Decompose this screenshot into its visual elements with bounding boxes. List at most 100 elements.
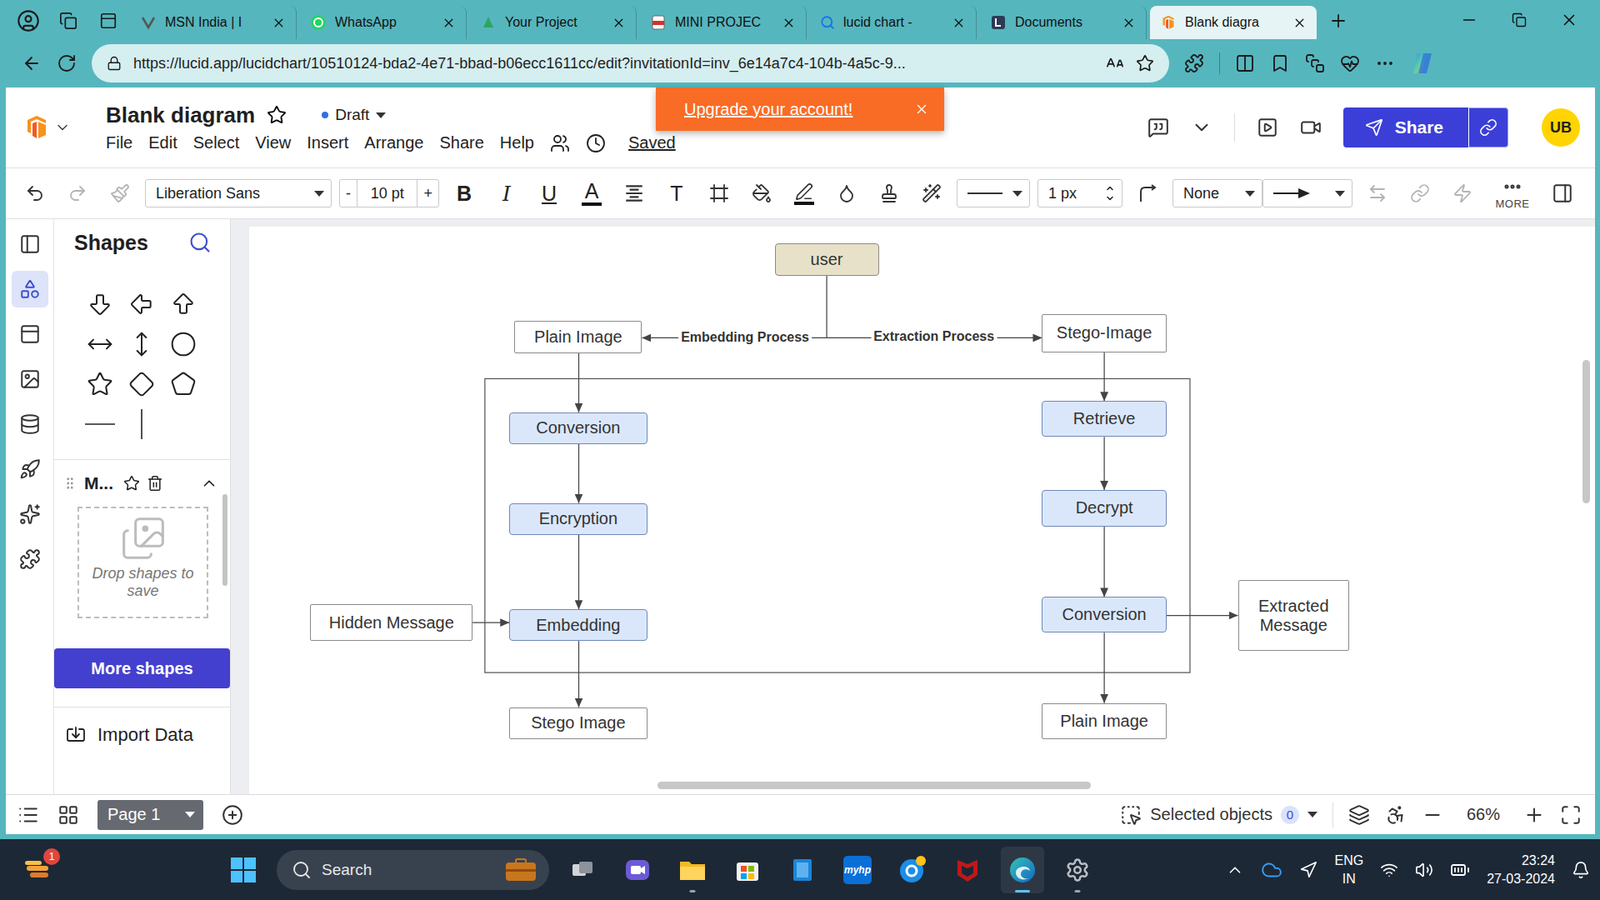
browser-tab[interactable]: WhatsApp xyxy=(300,5,467,40)
notifications-icon[interactable] xyxy=(1571,860,1590,880)
close-window-icon[interactable] xyxy=(1560,10,1579,30)
workspaces-icon[interactable] xyxy=(59,11,78,30)
connector-label[interactable]: Extraction Process xyxy=(870,329,997,345)
tab-actions-icon[interactable] xyxy=(99,11,118,30)
refresh-icon[interactable] xyxy=(56,53,77,74)
swap-ends-button[interactable] xyxy=(1360,175,1395,211)
paint-bucket-icon[interactable] xyxy=(751,183,772,204)
link-icon[interactable] xyxy=(1479,118,1498,137)
lock-icon[interactable] xyxy=(106,55,122,71)
trash-icon[interactable] xyxy=(146,475,164,492)
zoom-level[interactable]: 66% xyxy=(1458,805,1509,825)
connector[interactable] xyxy=(578,444,580,504)
chevron-down-icon[interactable] xyxy=(54,119,71,136)
menu-item[interactable]: Edit xyxy=(148,133,177,153)
integrations-icon[interactable] xyxy=(19,458,41,480)
lightning-icon[interactable] xyxy=(1452,183,1473,204)
collections-icon[interactable] xyxy=(1305,53,1325,74)
menu-item[interactable]: Share xyxy=(439,133,484,153)
container-button[interactable] xyxy=(701,175,737,211)
taskbar-app[interactable] xyxy=(615,846,660,894)
split-screen-icon[interactable] xyxy=(1235,53,1255,74)
undo-icon[interactable] xyxy=(25,183,45,204)
image-icon[interactable] xyxy=(19,368,41,390)
menu-item[interactable]: Insert xyxy=(306,133,349,153)
shape-item[interactable] xyxy=(162,324,205,365)
menu-item[interactable]: Help xyxy=(500,133,535,153)
bold-button[interactable]: B xyxy=(446,175,482,211)
url-text[interactable]: https://lucid.app/lucidchart/10510124-bd… xyxy=(133,55,1095,73)
menu-item[interactable]: View xyxy=(255,133,291,153)
star-icon[interactable] xyxy=(123,475,140,492)
accessibility-icon[interactable] xyxy=(1385,804,1407,826)
panel-scrollbar[interactable] xyxy=(222,494,228,586)
diagram-node[interactable]: Stego Image xyxy=(509,707,647,740)
start-button[interactable] xyxy=(221,846,265,894)
diagram-node[interactable]: Conversion xyxy=(1041,596,1166,633)
wand-icon[interactable] xyxy=(921,183,942,204)
read-aloud-icon[interactable] xyxy=(1105,54,1125,73)
profile-icon[interactable] xyxy=(16,9,40,33)
lucid-logo-icon[interactable] xyxy=(22,113,51,142)
shapes-icon[interactable] xyxy=(19,278,41,300)
line-color-button[interactable] xyxy=(786,175,822,211)
browser-tab[interactable]: MSN India | I xyxy=(130,5,297,40)
rail-button[interactable] xyxy=(11,270,49,308)
close-icon[interactable] xyxy=(1121,15,1136,30)
close-icon[interactable] xyxy=(611,15,626,30)
collapse-icon[interactable] xyxy=(200,474,219,493)
diagram-node[interactable]: Encryption xyxy=(509,503,647,535)
undo-button[interactable] xyxy=(17,175,53,211)
clock[interactable]: 23:2427-03-2024 xyxy=(1486,851,1555,888)
copilot-icon[interactable] xyxy=(1410,50,1435,76)
search-icon[interactable] xyxy=(291,860,312,880)
diagram-node[interactable]: Conversion xyxy=(509,412,647,445)
taskbar-app[interactable]: myhp xyxy=(835,846,880,894)
browser-tab[interactable]: Documents xyxy=(980,5,1147,40)
down-icon[interactable] xyxy=(1105,193,1115,204)
taskbar-app[interactable] xyxy=(725,846,770,894)
plugins-icon[interactable] xyxy=(19,548,41,570)
more-icon[interactable] xyxy=(1502,176,1523,197)
diagram-node[interactable]: Extracted Message xyxy=(1238,580,1350,652)
collaborators-icon[interactable] xyxy=(550,133,570,154)
drop-zone[interactable]: Drop shapes to save xyxy=(77,506,209,619)
minimize-icon[interactable] xyxy=(1460,10,1479,30)
close-icon[interactable] xyxy=(951,15,966,30)
upgrade-banner[interactable]: Upgrade your account! xyxy=(655,87,945,131)
close-icon[interactable] xyxy=(1292,15,1307,30)
connector[interactable] xyxy=(1104,632,1105,703)
close-icon[interactable] xyxy=(914,101,930,117)
shape-item[interactable] xyxy=(120,404,163,445)
favorite-icon[interactable] xyxy=(1135,54,1155,73)
rail-button[interactable] xyxy=(11,315,49,353)
taskbar-search[interactable]: Search xyxy=(276,850,550,890)
format-painter-icon[interactable] xyxy=(110,183,130,204)
favorites-icon[interactable] xyxy=(1270,53,1290,74)
rail-button[interactable] xyxy=(11,540,49,578)
connector[interactable] xyxy=(578,535,580,610)
share-button[interactable]: Share xyxy=(1343,107,1469,148)
increase-size-button[interactable]: + xyxy=(416,180,439,207)
browser-tab[interactable]: MINI PROJEC xyxy=(640,5,807,40)
shape-item[interactable] xyxy=(79,404,121,445)
comments-icon[interactable] xyxy=(1147,116,1170,139)
layers-icon[interactable] xyxy=(1348,804,1370,826)
frame-icon[interactable] xyxy=(709,183,730,204)
zoom-out-icon[interactable] xyxy=(1421,804,1444,826)
onedrive-icon[interactable] xyxy=(1260,859,1283,881)
more-button[interactable]: MORE xyxy=(1487,175,1538,211)
profile-button[interactable] xyxy=(10,4,47,38)
rail-button[interactable] xyxy=(11,495,49,533)
underline-button[interactable]: U xyxy=(531,175,567,211)
diagram-node[interactable]: Stego-Image xyxy=(1041,314,1166,352)
line-end-select[interactable] xyxy=(1262,179,1353,208)
tab-actions-button[interactable] xyxy=(90,4,127,38)
browser-tab[interactable]: Your Project xyxy=(470,5,637,40)
library-name[interactable]: M... xyxy=(84,473,114,494)
add-page-icon[interactable] xyxy=(221,804,244,826)
fullscreen-icon[interactable] xyxy=(1560,804,1582,826)
send-icon[interactable] xyxy=(1365,118,1384,137)
swap-icon[interactable] xyxy=(1367,183,1388,204)
star-icon[interactable] xyxy=(266,105,287,125)
